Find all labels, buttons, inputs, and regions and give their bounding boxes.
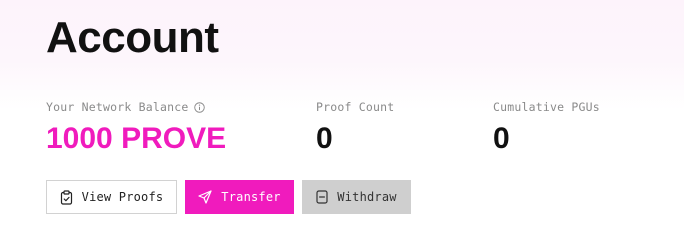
- proof-count-label: Proof Count: [316, 100, 395, 114]
- page-title: Account: [46, 13, 219, 62]
- wallet-icon: [316, 190, 328, 204]
- proof-count-stat: Proof Count 0: [316, 100, 394, 156]
- send-icon: [198, 190, 212, 204]
- cumulative-pgus-stat: Cumulative PGUs 0: [493, 100, 600, 156]
- transfer-button[interactable]: Transfer: [185, 180, 294, 214]
- cumulative-pgus-label: Cumulative PGUs: [493, 100, 600, 114]
- view-proofs-button[interactable]: View Proofs: [46, 180, 177, 214]
- withdraw-label: Withdraw: [337, 190, 397, 204]
- network-balance-value: 1000 PROVE: [46, 122, 227, 155]
- info-icon[interactable]: [194, 101, 206, 113]
- network-balance-stat: Your Network Balance 1000 PROVE: [46, 100, 226, 156]
- network-balance-label-row: Your Network Balance: [46, 100, 226, 114]
- cumulative-pgus-value: 0: [493, 122, 510, 155]
- withdraw-button[interactable]: Withdraw: [302, 180, 411, 214]
- proof-count-value: 0: [316, 122, 333, 155]
- transfer-label: Transfer: [221, 190, 281, 204]
- view-proofs-label: View Proofs: [81, 190, 164, 204]
- clipboard-check-icon: [60, 189, 72, 205]
- network-balance-label: Your Network Balance: [46, 100, 189, 114]
